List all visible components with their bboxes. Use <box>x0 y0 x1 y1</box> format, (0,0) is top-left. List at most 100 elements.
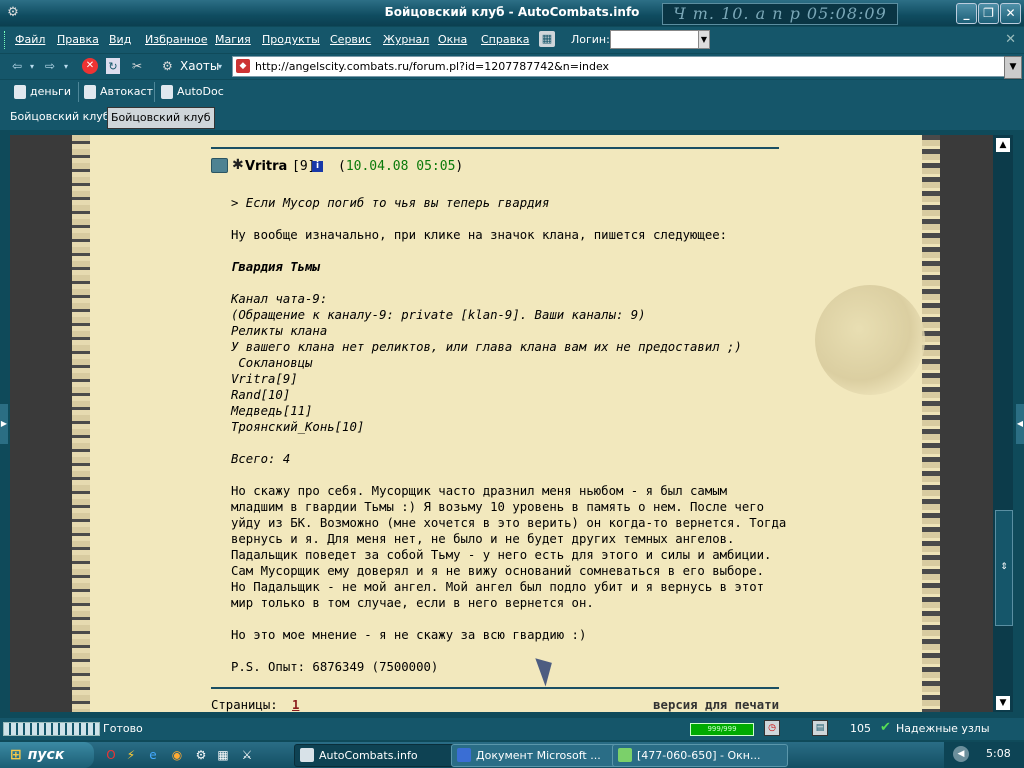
post-date: (10.04.08 05:05) <box>338 159 464 174</box>
menu-magic[interactable]: Магия <box>215 33 251 46</box>
zoom-level[interactable]: 105 <box>850 722 871 735</box>
maximize-button[interactable]: ❐ <box>978 3 999 24</box>
menu-close-icon[interactable]: ✕ <box>1005 32 1016 47</box>
scrollbar-thumb[interactable]: ⇕ <box>995 510 1013 626</box>
calculator-icon[interactable]: ▦ <box>216 747 230 763</box>
internet-explorer-icon[interactable]: e <box>146 747 160 763</box>
haoty-button[interactable]: Хаоты <box>180 58 219 75</box>
stop-icon[interactable]: ✕ <box>82 58 98 74</box>
login-input[interactable] <box>610 30 700 49</box>
start-label: пуск <box>27 747 65 763</box>
memory-indicator: 999/999 <box>690 723 754 736</box>
task-icq-window[interactable]: [477-060-650] - Окн... <box>612 744 788 767</box>
status-text: Готово <box>103 722 143 735</box>
pages-label: Страницы: <box>211 698 278 712</box>
task-autocombats[interactable]: AutoCombats.info <box>294 744 470 767</box>
task-word-document[interactable]: Документ Microsoft ... <box>451 744 627 767</box>
post-line <box>231 275 791 291</box>
address-url: http://angelscity.combats.ru/forum.pl?id… <box>255 60 610 73</box>
checkmark-icon: ✔ <box>880 720 891 735</box>
forward-dropdown-icon[interactable]: ▾ <box>64 58 68 75</box>
post-author[interactable]: Vritra <box>245 159 287 174</box>
tab-fight-club-1[interactable]: Бойцовский клуб <box>7 107 113 127</box>
tray-clock[interactable]: 5:08 <box>986 747 1011 760</box>
tools-icon[interactable]: ✂ <box>132 58 142 75</box>
game-icon[interactable]: ⚙ <box>194 747 208 763</box>
swords-icon[interactable]: ⚔ <box>240 747 254 763</box>
tab-fight-club-2[interactable]: Бойцовский клуб <box>107 107 215 129</box>
toolbar-grip[interactable] <box>4 31 8 49</box>
winamp-icon[interactable]: ⚡ <box>124 747 138 763</box>
task-label: Документ Microsoft ... <box>476 749 601 762</box>
post-line: Падальщик поведет за собой Тьму - у него… <box>231 548 772 562</box>
clock-display: Ч т. 10. а п р 05:08:09 <box>662 3 898 25</box>
post-line: вернусь и я. Для меня нет, не было и не … <box>231 532 735 546</box>
haoty-dropdown-icon[interactable]: ▾ <box>218 58 222 75</box>
menu-help[interactable]: Справка <box>481 33 529 46</box>
windows-logo-icon: ⊞ <box>10 747 22 763</box>
post-line: Но Падальщик - не мой ангел. Мой ангел б… <box>231 580 765 594</box>
security-zone: Надежные узлы <box>896 722 990 735</box>
right-panel-toggle[interactable]: ◀ <box>1016 404 1024 444</box>
back-dropdown-icon[interactable]: ▾ <box>30 58 34 75</box>
left-panel-toggle[interactable]: ▶ <box>0 404 8 444</box>
menu-journal[interactable]: Журнал <box>383 33 429 46</box>
forward-button[interactable]: ⇨ <box>45 58 55 75</box>
menu-products[interactable]: Продукты <box>262 33 320 46</box>
post-body: > Если Мусор погиб то чья вы теперь гвар… <box>231 195 791 675</box>
task-label: [477-060-650] - Окн... <box>637 749 761 762</box>
globe-watermark <box>815 285 925 395</box>
menu-file[interactable]: Файл <box>15 33 45 46</box>
post-line: Rand[10] <box>231 388 291 402</box>
haoty-icon[interactable]: ⚙ <box>162 58 173 75</box>
calendar-icon[interactable]: ▦ <box>539 31 555 47</box>
tray-expand-icon[interactable]: ◀ <box>953 746 969 762</box>
back-button[interactable]: ⇦ <box>12 58 22 75</box>
refresh-icon[interactable]: ↻ <box>106 58 120 74</box>
link-money[interactable]: деньги <box>14 84 71 100</box>
page-link-1[interactable]: 1 <box>292 698 299 712</box>
firefox-icon[interactable]: ◉ <box>170 747 184 763</box>
torn-edge-left <box>72 135 90 712</box>
timer-icon[interactable]: ◷ <box>764 720 780 736</box>
info-icon[interactable]: i <box>312 161 323 172</box>
address-dropdown-button[interactable]: ▼ <box>1004 56 1022 79</box>
menu-favorites[interactable]: Избранное <box>145 33 207 46</box>
opera-icon[interactable]: O <box>104 747 118 763</box>
menu-view[interactable]: Вид <box>109 33 131 46</box>
link-autodoc-label: AutoDoc <box>177 85 224 98</box>
computer-icon[interactable]: ▤ <box>812 720 828 736</box>
post-line: P.S. Опыт: 6876349 (7500000) <box>231 660 439 674</box>
post-line <box>231 211 791 227</box>
page-icon <box>161 85 173 99</box>
menu-service[interactable]: Сервис <box>330 33 371 46</box>
post-line: Реликты клана <box>231 324 328 338</box>
menu-windows[interactable]: Окна <box>438 33 467 46</box>
login-label: Логин: <box>571 33 610 46</box>
post-line <box>231 243 791 259</box>
post-line: Медведь[11] <box>231 404 313 418</box>
minimize-button[interactable]: _ <box>956 3 977 24</box>
post-line: младшим в гвардии Тьмы :) Я возьму 10 ур… <box>231 500 765 514</box>
icq-icon <box>618 748 632 762</box>
post-icon <box>211 158 228 173</box>
task-label: AutoCombats.info <box>319 749 418 762</box>
menu-edit[interactable]: Правка <box>57 33 99 46</box>
post-date-value: 10.04.08 05:05 <box>345 159 456 174</box>
post-bottom-divider <box>211 687 779 689</box>
scroll-up-button[interactable]: ▲ <box>996 138 1010 152</box>
clan-icon[interactable]: ✱ <box>232 157 244 173</box>
address-bar[interactable]: ◆ http://angelscity.combats.ru/forum.pl?… <box>232 56 1010 77</box>
post-top-divider <box>211 147 779 149</box>
post-line <box>231 611 791 627</box>
progress-bar <box>3 722 100 736</box>
close-button[interactable]: ✕ <box>1000 3 1021 24</box>
link-autodoc[interactable]: AutoDoc <box>161 84 224 100</box>
scroll-down-button[interactable]: ▼ <box>996 696 1010 710</box>
login-dropdown-button[interactable]: ▼ <box>698 30 710 49</box>
print-version-link[interactable]: версия для печати <box>653 698 779 712</box>
post-line: У вашего клана нет реликтов, или глава к… <box>231 340 742 354</box>
link-autocast[interactable]: Автокаст <box>84 84 153 100</box>
start-button[interactable]: ⊞ пуск <box>0 742 94 768</box>
post-line: > Если Мусор погиб то чья вы теперь гвар… <box>231 196 550 210</box>
